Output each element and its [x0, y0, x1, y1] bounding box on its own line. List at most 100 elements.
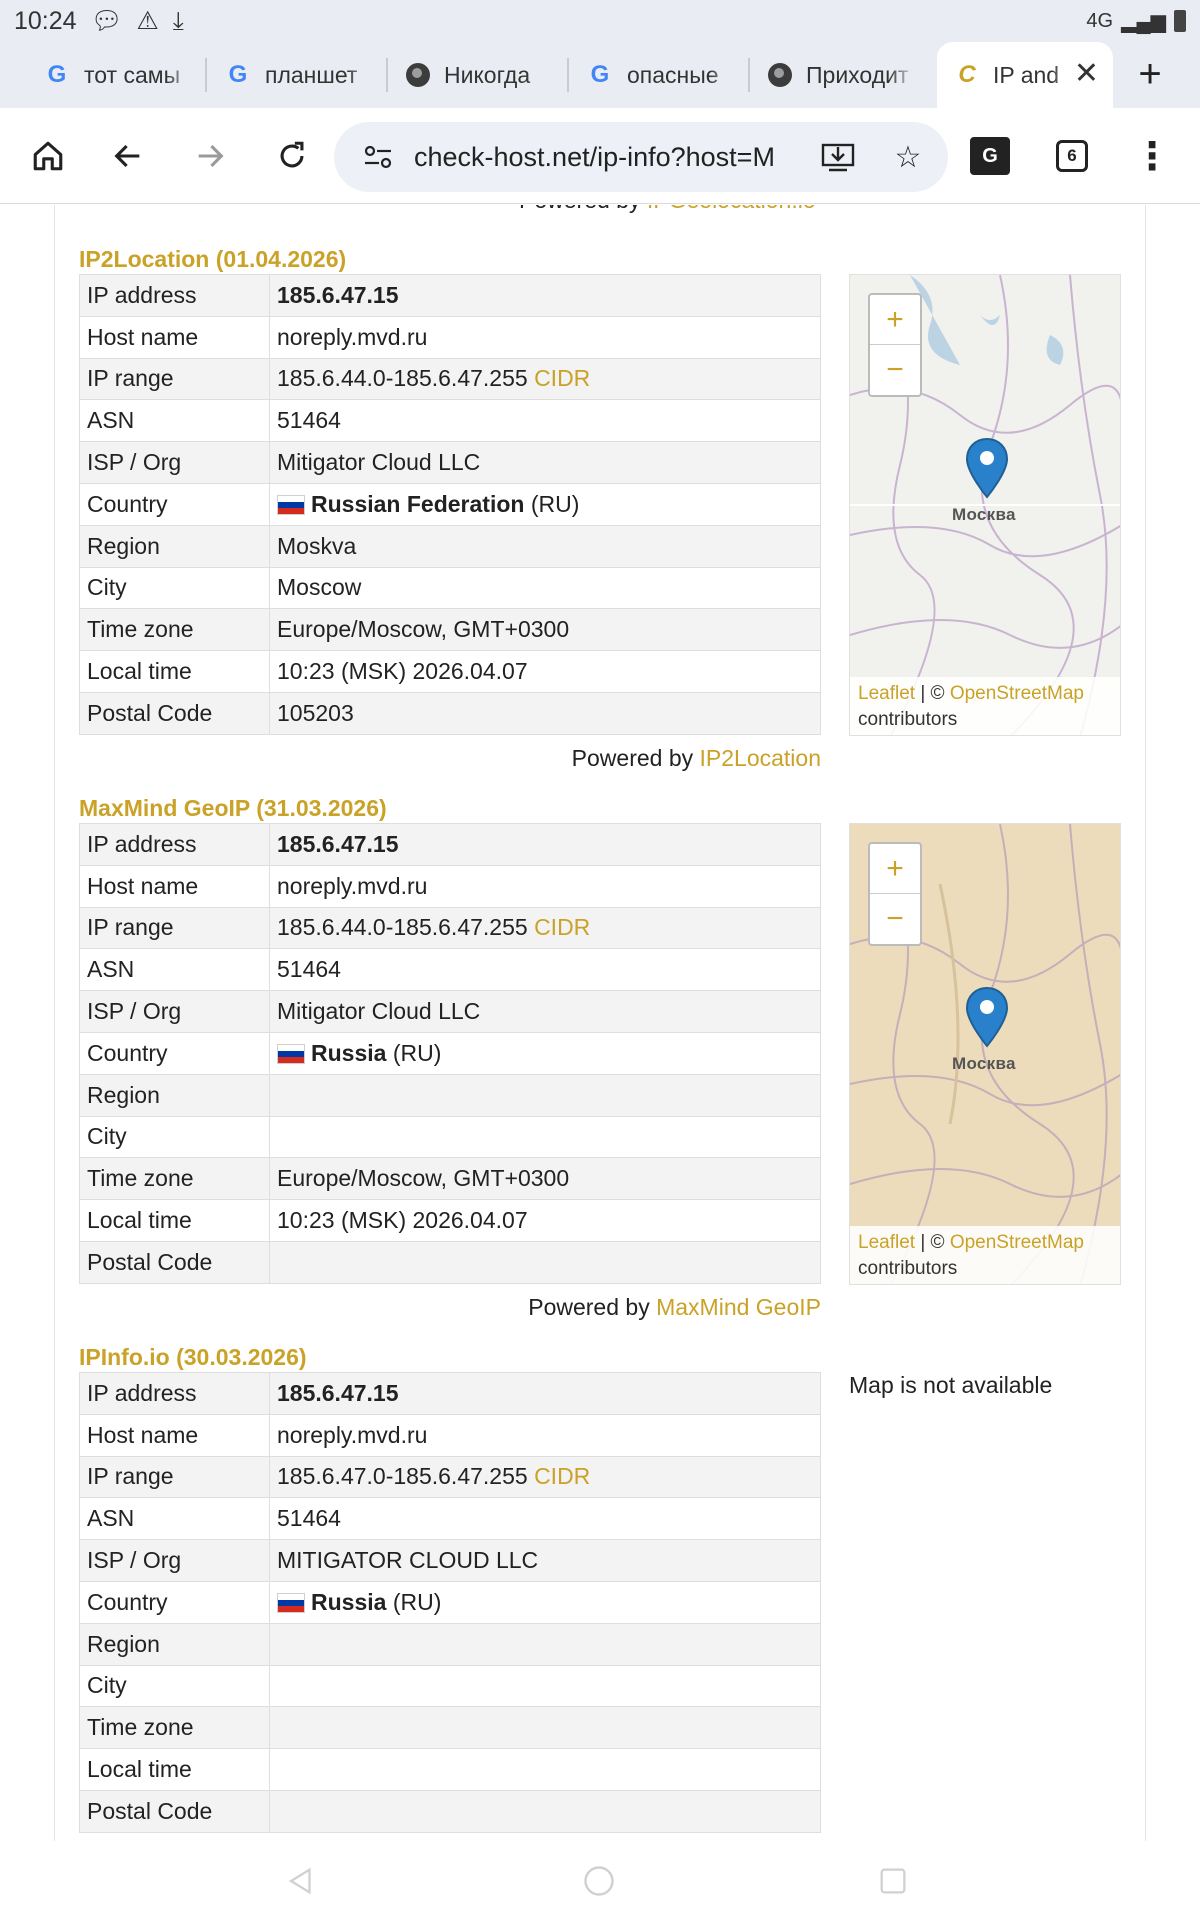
cidr-link[interactable]: CIDR [534, 365, 590, 391]
field-label: IP range [79, 357, 270, 401]
field-label: ISP / Org [79, 441, 270, 484]
leaflet-link[interactable]: Leaflet [858, 683, 915, 704]
bookmark-star-icon[interactable]: ☆ [878, 127, 938, 187]
table-row: Region Moskva [79, 524, 821, 568]
field-value: Moskva [269, 524, 821, 568]
table-row: ISP / Org Mitigator Cloud LLC [79, 441, 821, 484]
field-value: Europe/Moscow, GMT+0300 [269, 608, 821, 652]
table-row: Country Russian Federation (RU) [79, 482, 821, 526]
field-value: 105203 [269, 691, 821, 735]
tab-title: опасные [627, 61, 719, 88]
field-value: 185.6.47.15 [269, 823, 821, 866]
zoom-in-button[interactable]: + [870, 295, 920, 345]
location-map[interactable]: + − Москва Leaflet | © OpenStreetMap con… [849, 823, 1121, 1285]
field-label: Host name [79, 1413, 270, 1457]
field-value: Russian Federation (RU) [269, 482, 821, 526]
field-label: ASN [79, 1497, 270, 1541]
field-value [269, 1789, 821, 1833]
table-row: ASN 51464 [79, 399, 821, 443]
square-recents-icon [880, 1868, 906, 1894]
chat-notification-icon: 💬︎ [90, 6, 123, 35]
field-value: Russia (RU) [269, 1580, 821, 1624]
new-tab-button[interactable]: + [1122, 46, 1178, 102]
status-time: 10:24 [14, 6, 77, 35]
globe-icon [406, 63, 430, 87]
table-row: ISP / Org MITIGATOR CLOUD LLC [79, 1539, 821, 1582]
field-label: Local time [79, 1748, 270, 1791]
location-map[interactable]: + − Москва Leaflet | © OpenStreetMap con… [849, 274, 1121, 736]
reload-icon [280, 141, 304, 168]
osm-link[interactable]: OpenStreetMap [950, 1232, 1084, 1253]
section-title: IPInfo.io (30.03.2026) [79, 1344, 307, 1370]
ip2location-link[interactable]: IP2Location [700, 745, 821, 771]
install-app-icon[interactable] [808, 127, 868, 187]
map-city-label: Москва [952, 1054, 1016, 1073]
field-label: Country [79, 482, 270, 526]
map-marker-icon[interactable] [965, 437, 1009, 499]
field-value: Russia (RU) [269, 1031, 821, 1075]
table-row: IP address 185.6.47.15 [79, 823, 821, 866]
browser-tab-5[interactable]: Приходит [750, 42, 931, 108]
field-value: 185.6.47.0-185.6.47.255 CIDR [269, 1455, 821, 1499]
network-type: 4G [1086, 9, 1114, 32]
nav-recents-button[interactable] [868, 1856, 918, 1906]
browser-tab-active[interactable]: C IP and ✕ [937, 42, 1113, 108]
nav-back-button[interactable] [276, 1856, 326, 1906]
triangle-back-icon [288, 1867, 311, 1895]
translate-button[interactable]: G [960, 126, 1020, 186]
field-label: City [79, 1115, 270, 1159]
table-row: Host name noreply.mvd.ru [79, 1413, 821, 1457]
field-value: Mitigator Cloud LLC [269, 990, 821, 1033]
zoom-control: + − [868, 842, 922, 946]
map-marker-icon[interactable] [965, 986, 1009, 1048]
browser-tab-4[interactable]: G опасные [569, 42, 750, 108]
table-row: Region [79, 1073, 821, 1117]
table-row: Host name noreply.mvd.ru [79, 315, 821, 359]
table-row: Time zone Europe/Moscow, GMT+0300 [79, 1157, 821, 1201]
field-value [269, 1073, 821, 1117]
zoom-out-button[interactable]: − [870, 345, 920, 395]
browser-tab-1[interactable]: G тот самы [26, 42, 207, 108]
powered-by-ipgeolocation: Powered by IPGeolocation.io [519, 205, 816, 214]
zoom-out-button[interactable]: − [870, 894, 920, 944]
field-value: Mitigator Cloud LLC [269, 441, 821, 484]
field-value: 51464 [269, 948, 821, 992]
map-not-available: Map is not available [849, 1372, 1053, 1398]
table-row: Host name noreply.mvd.ru [79, 864, 821, 908]
table-row: Local time 10:23 (MSK) 2026.04.07 [79, 1199, 821, 1242]
zoom-in-button[interactable]: + [870, 844, 920, 894]
tab-switcher-button[interactable]: 6 [1042, 126, 1102, 186]
table-row: Postal Code [79, 1789, 821, 1833]
forward-button[interactable] [180, 126, 240, 186]
field-label: Time zone [79, 1706, 270, 1750]
table-row: IP range 185.6.44.0-185.6.47.255 CIDR [79, 357, 821, 401]
browser-tab-3[interactable]: Никогда [388, 42, 569, 108]
browser-tab-2[interactable]: G планшет [207, 42, 388, 108]
more-vert-icon: ⋮ [1133, 135, 1171, 178]
url-text[interactable]: check-host.net/ip-info?host=M [414, 122, 814, 192]
maxmind-link[interactable]: MaxMind GeoIP [656, 1294, 821, 1320]
site-settings-icon[interactable] [348, 127, 408, 187]
field-value: noreply.mvd.ru [269, 864, 821, 908]
field-label: ISP / Org [79, 1539, 270, 1582]
field-label: Region [79, 1622, 270, 1666]
back-button[interactable] [98, 126, 158, 186]
table-row: Local time [79, 1748, 821, 1791]
cidr-link[interactable]: CIDR [534, 1463, 590, 1489]
field-label: Local time [79, 1199, 270, 1242]
ipgeolocation-link[interactable]: IPGeolocation.io [647, 205, 816, 213]
close-tab-icon[interactable]: ✕ [1074, 56, 1099, 91]
cidr-link[interactable]: CIDR [534, 914, 590, 940]
leaflet-link[interactable]: Leaflet [858, 1232, 915, 1253]
google-icon: G [228, 61, 248, 88]
osm-link[interactable]: OpenStreetMap [950, 683, 1084, 704]
reload-button[interactable] [262, 126, 322, 186]
home-button[interactable] [18, 126, 78, 186]
menu-button[interactable]: ⋮ [1122, 126, 1182, 186]
address-bar[interactable]: check-host.net/ip-info?host=M ☆ [334, 122, 948, 192]
nav-home-button[interactable] [574, 1856, 624, 1906]
field-label: City [79, 1664, 270, 1708]
table-row: IP range 185.6.44.0-185.6.47.255 CIDR [79, 906, 821, 950]
field-value: 185.6.44.0-185.6.47.255 CIDR [269, 357, 821, 401]
field-label: Country [79, 1031, 270, 1075]
